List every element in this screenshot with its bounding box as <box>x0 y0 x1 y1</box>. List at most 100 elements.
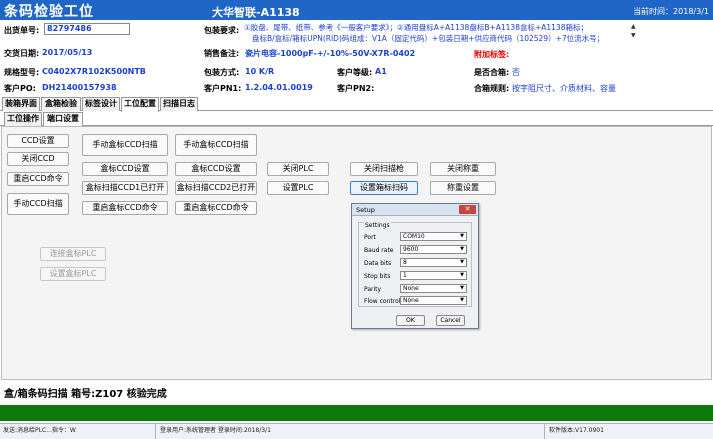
settings-group-title: Settings <box>364 222 391 229</box>
chevron-down-icon: ▼ <box>460 233 464 239</box>
ok-button[interactable]: OK <box>396 315 425 326</box>
port-select[interactable]: COM10 ▼ <box>400 232 467 241</box>
chevron-down-icon: ▼ <box>460 259 464 265</box>
data-bits-label: Data bits <box>364 260 392 267</box>
attach-label: 附加标签: <box>474 50 510 59</box>
stop-bits-select[interactable]: 1 ▼ <box>400 271 467 280</box>
cust-pn2-label: 客户PN2: <box>337 84 375 93</box>
flow-control-label: Flow control <box>364 298 401 305</box>
restart-ccd-button[interactable]: 重启CCD命令 <box>7 172 69 186</box>
manual-box-ccd-scan-button-2[interactable]: 手动盒标CCD扫描 <box>175 134 257 156</box>
scroll-down-icon[interactable]: ▼ <box>631 31 639 40</box>
flow-control-value: None <box>403 297 419 304</box>
set-plc-button[interactable]: 设置PLC <box>267 181 329 195</box>
manual-box-ccd-scan-button-1[interactable]: 手动盒标CCD扫描 <box>82 134 168 156</box>
setup-dialog-titlebar[interactable]: Setup ✕ <box>352 204 478 216</box>
status-green-bar <box>0 405 713 421</box>
cust-pn1-label: 客户PN1: <box>204 84 242 93</box>
cust-po-value: DH21400157938 <box>42 83 117 92</box>
cust-level-value: A1 <box>375 67 387 76</box>
port-value: COM10 <box>403 233 425 240</box>
pack-method-value: 10 K/R <box>245 67 275 76</box>
tab-station-config[interactable]: 工位配置 <box>121 97 159 112</box>
box-ccd1-opened-button[interactable]: 盒标扫描CCD1已打开 <box>82 181 168 195</box>
pack-requirement-text[interactable]: ①胶盘、尾带、纸带、参考《一般客户要求》；②通用盘标A+A1138盘标B+A11… <box>244 22 636 46</box>
cust-level-label: 客户等级: <box>337 68 373 77</box>
setup-dialog: Setup ✕ Settings Port COM10 ▼ Baud rate 9… <box>351 203 479 329</box>
restart-box-ccd-button-2[interactable]: 重启盒标CCD命令 <box>175 201 257 215</box>
close-scale-button[interactable]: 关闭称重 <box>430 162 496 176</box>
flow-control-select[interactable]: None ▼ <box>400 296 467 305</box>
box-ccd-settings-button-1[interactable]: 盒标CCD设置 <box>82 162 168 176</box>
tab-box-inspect[interactable]: 盒箱检验 <box>41 97 81 111</box>
bottom-status-bar: 发送:消息给PLC...指令：W 登录用户:系统管理者 登录时间:2018/3/… <box>0 423 713 439</box>
chevron-down-icon: ▼ <box>460 272 464 278</box>
deal-date-value: 2017/05/13 <box>42 48 93 57</box>
restart-box-ccd-button-1[interactable]: 重启盒标CCD命令 <box>82 201 168 215</box>
tab-packing[interactable]: 装箱界面 <box>2 97 40 111</box>
order-info-panel: 出货单号: 82797486 包装要求: ①胶盘、尾带、纸带、参考《一般客户要求… <box>0 20 713 96</box>
cust-po-label: 客户PO: <box>4 84 36 93</box>
data-bits-select[interactable]: 8 ▼ <box>400 258 467 267</box>
box-ccd2-opened-button[interactable]: 盒标扫描CCD2已打开 <box>175 181 257 195</box>
sub-tab-bar: 工位操作 端口设置 <box>0 112 713 127</box>
data-bits-value: 8 <box>403 259 407 266</box>
login-user-status: 登录用户:系统管理者 登录时间:2018/3/1 <box>157 424 545 439</box>
set-case-scanner-button[interactable]: 设置箱标扫码 <box>350 181 418 195</box>
parity-label: Parity <box>364 286 382 293</box>
scale-settings-button[interactable]: 称重设置 <box>430 181 496 195</box>
pack-req-scrollbar[interactable]: ▲ ▼ <box>631 22 639 40</box>
spec-value: C0402X7R102K500NTB <box>42 67 146 76</box>
order-number-field[interactable]: 82797486 <box>44 23 130 35</box>
sales-note-value: 瓷片电容-1000pF-+/-10%-50V-X7R-0402 <box>245 49 416 58</box>
close-scanner-button[interactable]: 关闭扫描枪 <box>350 162 418 176</box>
chevron-down-icon: ▼ <box>460 246 464 252</box>
close-icon[interactable]: ✕ <box>459 205 476 214</box>
close-ccd-button[interactable]: 关闭CCD <box>7 152 69 166</box>
combine-rule-value: 按字阻尺寸、介质材料、容量 <box>512 84 616 93</box>
deal-date-label: 交货日期: <box>4 49 40 58</box>
box-ccd-settings-button-2[interactable]: 盒标CCD设置 <box>175 162 257 176</box>
pack-method-label: 包装方式: <box>204 68 240 77</box>
port-label: Port <box>364 234 376 241</box>
software-version-status: 软件版本:V17.0901 <box>549 427 604 434</box>
baud-rate-label: Baud rate <box>364 247 394 254</box>
chevron-down-icon: ▼ <box>460 285 464 291</box>
scroll-up-icon[interactable]: ▲ <box>631 22 639 31</box>
connect-box-plc-button[interactable]: 连接盒标PLC <box>40 247 106 261</box>
plc-message-status: 发送:消息给PLC...指令：W <box>0 424 156 439</box>
stop-bits-value: 1 <box>403 272 407 279</box>
app-title: 条码检验工位 <box>4 4 94 20</box>
title-bar: 条码检验工位 大华智联-A1138 当前时间：2018/3/1 <box>0 0 713 20</box>
combine-value: 否 <box>512 68 520 77</box>
station-title: 大华智联-A1138 <box>212 6 300 19</box>
chevron-down-icon: ▼ <box>460 297 464 303</box>
combine-rule-label: 合箱规则: <box>474 84 510 93</box>
close-plc-button[interactable]: 关闭PLC <box>267 162 329 176</box>
tab-scan-log[interactable]: 扫描日志 <box>160 97 198 111</box>
main-tab-bar: 装箱界面 盒箱检验 标签设计 工位配置 扫描日志 <box>0 97 713 112</box>
tab-label-design[interactable]: 标签设计 <box>82 97 120 111</box>
parity-select[interactable]: None ▼ <box>400 284 467 293</box>
setup-dialog-title: Setup <box>356 206 375 214</box>
baud-rate-select[interactable]: 9600 ▼ <box>400 245 467 254</box>
pack-req-line1: ①胶盘、尾带、纸带、参考《一般客户要求》；②通用盘标A+A1138盘标B+A11… <box>244 23 588 32</box>
spec-label: 规格型号: <box>4 68 40 77</box>
parity-value: None <box>403 285 419 292</box>
sales-note-label: 销售备注: <box>204 49 240 58</box>
manual-ccd-scan-button[interactable]: 手动CCD扫描 <box>7 193 69 215</box>
pack-req-line2: 盘标B/盒标/箱标UPN(RID)码组成：V1A（固定代码）+包装日期+供应商代… <box>252 34 605 43</box>
tab-port-settings[interactable]: 端口设置 <box>43 112 83 127</box>
stop-bits-label: Stop bits <box>364 273 391 280</box>
scan-status-text: 盒/箱条码扫描 箱号:Z107 核验完成 <box>4 389 167 400</box>
baud-rate-value: 9600 <box>403 246 419 253</box>
current-time: 当前时间：2018/3/1 <box>633 7 709 16</box>
cancel-button[interactable]: Cancel <box>436 315 465 326</box>
order-label: 出货单号: <box>4 26 40 35</box>
tab-station-operation[interactable]: 工位操作 <box>4 112 42 126</box>
set-box-plc-button[interactable]: 设置盒标PLC <box>40 267 106 281</box>
cust-pn1-value: 1.2.04.01.0019 <box>245 83 313 92</box>
ccd-settings-button[interactable]: CCD设置 <box>7 134 69 148</box>
combine-label: 是否合箱: <box>474 68 510 77</box>
scan-status-area: 盒/箱条码扫描 箱号:Z107 核验完成 <box>0 381 713 401</box>
